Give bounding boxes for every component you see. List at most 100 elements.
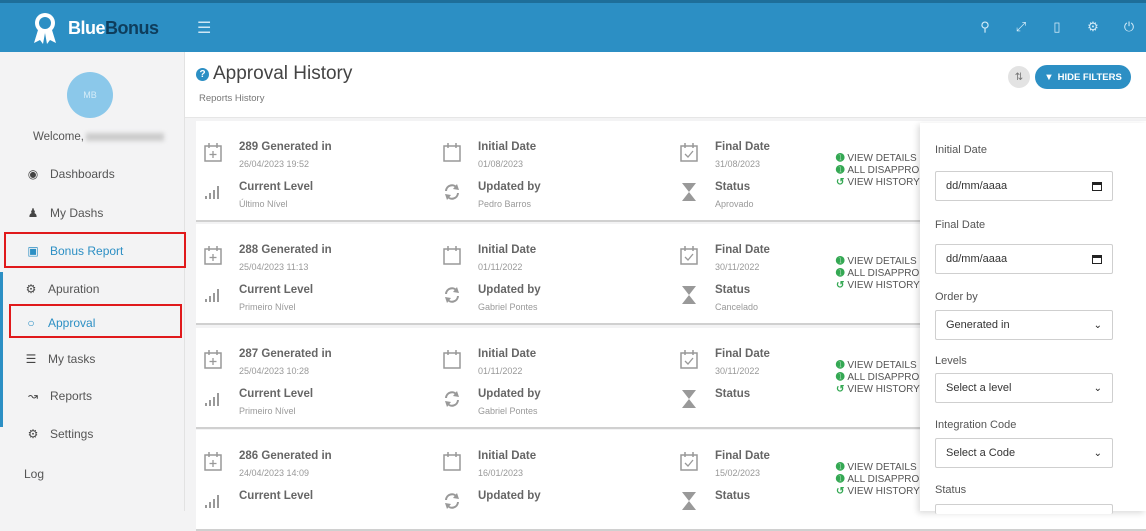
- calendar-check-icon: [679, 347, 699, 371]
- sort-icon: ⇅: [1014, 71, 1024, 83]
- sidebar-item-settings[interactable]: ⚙ Settings: [0, 423, 185, 445]
- chevron-down-icon: ⌄: [1093, 447, 1102, 459]
- hide-filters-button[interactable]: ▼ HIDE FILTERS: [1035, 65, 1131, 89]
- refresh-icon: [442, 387, 462, 411]
- question-icon[interactable]: ?: [196, 67, 209, 81]
- integration-code-select[interactable]: Select a Code ⌄: [935, 438, 1113, 468]
- settings-icon[interactable]: ⚙: [1086, 19, 1100, 35]
- all-disapprove-link[interactable]: ➊ ALL DISAPPRO: [836, 165, 920, 177]
- generated-field: 287 Generated in 25/04/2023 10:28: [203, 347, 332, 376]
- signal-bars-icon: [203, 489, 223, 513]
- calendar-plus-icon: [203, 243, 223, 267]
- power-icon[interactable]: ⏻: [1122, 19, 1136, 35]
- view-details-link[interactable]: ➊ VIEW DETAILS: [836, 256, 920, 268]
- calendar-plus-icon: [203, 140, 223, 164]
- initial-date-field: Initial Date 01/11/2022: [442, 243, 536, 272]
- initial-date-field: Initial Date 01/08/2023: [442, 140, 536, 169]
- avatar[interactable]: MB: [67, 72, 113, 118]
- sidebar-item-apuration[interactable]: ⚙ Apuration: [0, 278, 185, 300]
- signal-bars-icon: [203, 387, 223, 411]
- updated-by-field: Updated by: [442, 489, 541, 513]
- calendar-plus-icon: [203, 449, 223, 473]
- top-navbar: BlueBonus ☰ ⚲ ⤢ ▯ ⚙ ⏻: [0, 0, 1146, 52]
- hourglass-icon: [679, 489, 699, 513]
- info-icon: ➊: [836, 360, 845, 371]
- sidebar-item-my-tasks[interactable]: ☰ My tasks: [0, 348, 185, 370]
- calendar-icon: [442, 449, 462, 473]
- final-date-label: Final Date: [935, 219, 986, 231]
- hourglass-icon: [679, 180, 699, 204]
- history-icon: ↺: [836, 486, 845, 497]
- calendar-check-icon: [679, 140, 699, 164]
- current-level-field: Current Level: [203, 489, 313, 513]
- refresh-icon: [442, 180, 462, 204]
- filters-panel: Initial Date dd/mm/aaaa Final Date dd/mm…: [920, 123, 1146, 514]
- info-icon: ➊: [836, 165, 845, 176]
- status-select[interactable]: [935, 504, 1113, 514]
- levels-label: Levels: [935, 355, 967, 367]
- card-actions: ➊ VIEW DETAILS ➊ ALL DISAPPRO ↺ VIEW HISTOR…: [836, 153, 920, 189]
- final-date-field: Final Date 15/02/2023: [679, 449, 770, 478]
- status-field: Status: [679, 387, 750, 411]
- view-details-link[interactable]: ➊ VIEW DETAILS: [836, 360, 920, 372]
- info-icon: ➊: [836, 268, 845, 279]
- updated-by-field: Updated by Gabriel Pontes: [442, 387, 541, 416]
- calendar-icon[interactable]: [1092, 254, 1102, 264]
- initial-date-field: Initial Date 01/11/2022: [442, 347, 536, 376]
- view-details-link[interactable]: ➊ VIEW DETAILS: [836, 153, 920, 165]
- all-disapprove-link[interactable]: ➊ ALL DISAPPRO: [836, 268, 920, 280]
- view-history-link[interactable]: ↺ VIEW HISTORY: [836, 486, 920, 498]
- sidebar-item-dashboards[interactable]: ◉ Dashboards: [0, 163, 185, 185]
- menu-icon[interactable]: ☰: [197, 18, 211, 38]
- levels-select[interactable]: Select a level ⌄: [935, 373, 1113, 403]
- generated-field: 289 Generated in 26/04/2023 19:52: [203, 140, 332, 169]
- info-icon: ➊: [836, 372, 845, 383]
- dashboard-icon: ◉: [27, 167, 39, 181]
- final-date-field: Final Date 30/11/2022: [679, 347, 770, 376]
- page-header: ? Approval History Reports History ⇅ ▼ HI…: [185, 52, 1146, 118]
- all-disapprove-link[interactable]: ➊ ALL DISAPPRO: [836, 372, 920, 384]
- refresh-icon: [442, 283, 462, 307]
- calendar-icon[interactable]: [1092, 181, 1102, 191]
- updated-by-field: Updated by Gabriel Pontes: [442, 283, 541, 312]
- refresh-icon: [442, 489, 462, 513]
- mobile-icon[interactable]: ▯: [1050, 19, 1064, 35]
- user-icon: ♟: [27, 206, 39, 220]
- calendar-check-icon: [679, 243, 699, 267]
- info-icon: ➊: [836, 474, 845, 485]
- sidebar-item-my-dashs[interactable]: ♟ My Dashs: [0, 202, 185, 224]
- calendar-icon: [442, 243, 462, 267]
- app-logo[interactable]: BlueBonus: [32, 11, 159, 45]
- list-icon: ☰: [25, 352, 37, 366]
- page-title: ? Approval History: [196, 63, 352, 85]
- final-date-input[interactable]: dd/mm/aaaa: [935, 244, 1113, 274]
- breadcrumb: Reports History: [199, 93, 265, 104]
- sort-button[interactable]: ⇅: [1008, 66, 1030, 88]
- info-icon: ➊: [836, 256, 845, 267]
- card-actions: ➊ VIEW DETAILS ➊ ALL DISAPPRO ↺ VIEW HISTOR…: [836, 360, 920, 396]
- search-icon[interactable]: ⚲: [978, 19, 992, 35]
- calendar-plus-icon: [203, 347, 223, 371]
- sidebar-item-log[interactable]: Log: [0, 463, 185, 485]
- info-icon: ➊: [836, 153, 845, 164]
- expand-icon[interactable]: ⤢: [1014, 19, 1028, 35]
- view-history-link[interactable]: ↺ VIEW HISTORY: [836, 384, 920, 396]
- signal-bars-icon: [203, 180, 223, 204]
- calendar-icon: [442, 140, 462, 164]
- chevron-down-icon: ⌄: [1093, 382, 1102, 394]
- brand-name: BlueBonus: [68, 17, 159, 38]
- initial-date-label: Initial Date: [935, 144, 987, 156]
- final-date-field: Final Date 30/11/2022: [679, 243, 770, 272]
- info-icon: ➊: [836, 462, 845, 473]
- sidebar-item-reports[interactable]: ↝ Reports: [0, 385, 185, 407]
- cogs-icon: ⚙: [25, 282, 37, 296]
- view-history-link[interactable]: ↺ VIEW HISTORY: [836, 177, 920, 189]
- order-by-label: Order by: [935, 291, 978, 303]
- signal-bars-icon: [203, 283, 223, 307]
- initial-date-input[interactable]: dd/mm/aaaa: [935, 171, 1113, 201]
- view-history-link[interactable]: ↺ VIEW HISTORY: [836, 280, 920, 292]
- generated-field: 288 Generated in 25/04/2023 11:13: [203, 243, 332, 272]
- order-by-select[interactable]: Generated in ⌄: [935, 310, 1113, 340]
- all-disapprove-link[interactable]: ➊ ALL DISAPPRO: [836, 474, 920, 486]
- view-details-link[interactable]: ➊ VIEW DETAILS: [836, 462, 920, 474]
